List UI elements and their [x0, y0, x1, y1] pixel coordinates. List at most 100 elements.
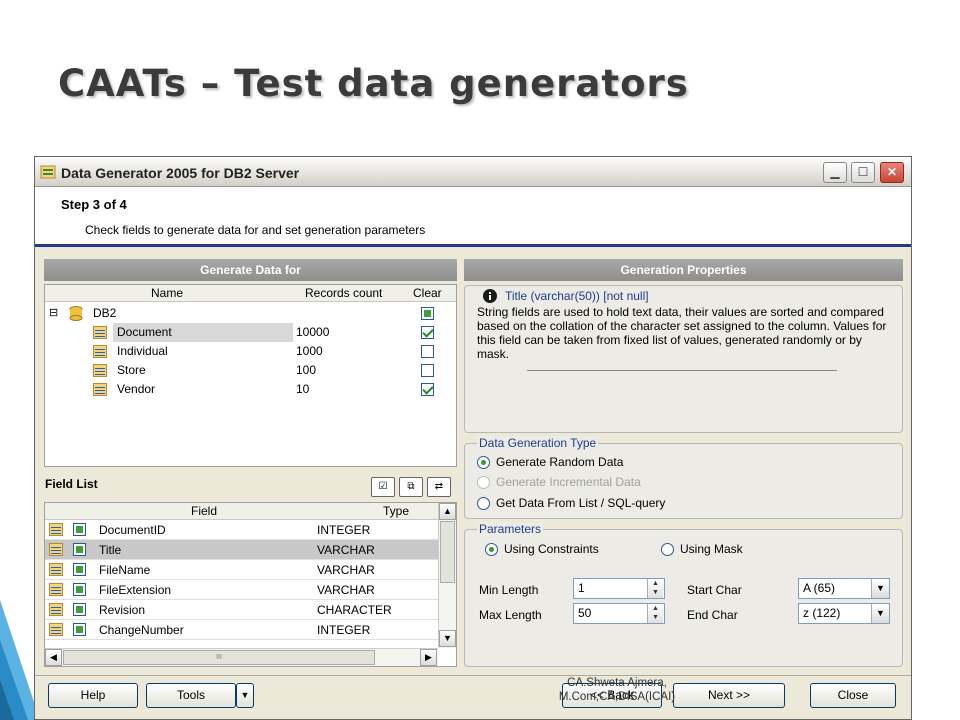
records-count[interactable]: 10: [296, 380, 309, 399]
field-grid-header: Field Type: [45, 503, 438, 520]
window-title: Data Generator 2005 for DB2 Server: [61, 165, 300, 181]
field-checkbox[interactable]: [73, 563, 86, 576]
table-name: Vendor: [117, 382, 156, 396]
wizard-header: Step 3 of 4 Check fields to generate dat…: [35, 187, 911, 247]
radio-list-sql[interactable]: [477, 497, 490, 510]
hscroll-thumb[interactable]: III: [63, 650, 375, 665]
scroll-left-icon[interactable]: ◀: [45, 649, 62, 666]
radio-using-mask[interactable]: [661, 543, 674, 556]
radio-label[interactable]: Using Constraints: [504, 542, 599, 556]
table-icon: [93, 345, 107, 358]
table-row[interactable]: Title VARCHAR: [45, 540, 438, 560]
table-row[interactable]: DocumentID INTEGER: [45, 520, 438, 540]
end-char-select[interactable]: z (122) ▼: [798, 603, 890, 624]
field-checkbox[interactable]: [73, 603, 86, 616]
info-icon: [483, 289, 497, 303]
table-name: Document: [113, 323, 293, 342]
table-icon: [93, 326, 107, 339]
vertical-scrollbar[interactable]: ▲ ▼: [438, 503, 456, 648]
field-list-label: Field List: [45, 477, 98, 491]
clear-checkbox[interactable]: [421, 383, 434, 396]
tree-column-header: Name Records count Clear: [45, 285, 456, 302]
end-char-label: End Char: [687, 608, 738, 622]
clear-checkbox[interactable]: [421, 364, 434, 377]
scroll-up-icon[interactable]: ▲: [439, 503, 456, 520]
field-icon: [49, 583, 63, 596]
min-length-value: 1: [578, 581, 585, 595]
clear-checkbox[interactable]: [421, 345, 434, 358]
tree-item-document[interactable]: Document 10000: [45, 323, 456, 342]
close-icon[interactable]: ✕: [880, 162, 904, 183]
field-name: DocumentID: [99, 523, 166, 537]
tools-button[interactable]: Tools: [146, 683, 236, 708]
radio-incremental[interactable]: [477, 476, 490, 489]
col-field[interactable]: Field: [191, 503, 217, 519]
scroll-down-icon[interactable]: ▼: [439, 630, 456, 647]
start-char-label: Start Char: [687, 583, 742, 597]
tree-item-store[interactable]: Store 100: [45, 361, 456, 380]
tree-item-vendor[interactable]: Vendor 10: [45, 380, 456, 399]
chevron-down-icon[interactable]: ▼: [871, 604, 889, 623]
maximize-icon[interactable]: ☐: [851, 162, 875, 183]
window-titlebar[interactable]: Data Generator 2005 for DB2 Server ▁ ☐ ✕: [35, 157, 911, 187]
scroll-thumb[interactable]: [440, 521, 455, 583]
col-name[interactable]: Name: [151, 285, 183, 301]
table-row[interactable]: Revision CHARACTER: [45, 600, 438, 620]
min-length-field[interactable]: 1 ▲ ▼: [573, 578, 665, 599]
parameters-group: Parameters Using Constraints Using Mask …: [464, 522, 903, 667]
records-count[interactable]: 10000: [296, 323, 329, 342]
uncheck-all-icon[interactable]: ⧉: [399, 477, 423, 497]
radio-label[interactable]: Generate Incremental Data: [496, 475, 641, 489]
collapse-icon[interactable]: ⊟: [49, 304, 58, 323]
step-description: Check fields to generate data for and se…: [85, 223, 426, 237]
radio-label[interactable]: Get Data From List / SQL-query: [496, 496, 665, 510]
db-checkbox[interactable]: [421, 307, 434, 320]
app-window: Data Generator 2005 for DB2 Server ▁ ☐ ✕…: [34, 156, 912, 720]
table-row[interactable]: ChangeNumber INTEGER: [45, 620, 438, 640]
min-length-label: Min Length: [479, 583, 539, 597]
generation-properties-header: Generation Properties: [464, 259, 903, 281]
chevron-down-icon[interactable]: ▼: [871, 579, 889, 598]
records-count[interactable]: 100: [296, 361, 316, 380]
radio-using-constraints[interactable]: [485, 543, 498, 556]
divider: [527, 370, 837, 371]
scroll-right-icon[interactable]: ▶: [420, 649, 437, 666]
generate-data-for-header: Generate Data for: [44, 259, 457, 281]
tree-root-db2[interactable]: ⊟ DB2: [45, 304, 456, 323]
start-char-select[interactable]: A (65) ▼: [798, 578, 890, 599]
table-row[interactable]: FileExtension VARCHAR: [45, 580, 438, 600]
minimize-icon[interactable]: ▁: [823, 162, 847, 183]
tree-item-individual[interactable]: Individual 1000: [45, 342, 456, 361]
clear-checkbox[interactable]: [421, 326, 434, 339]
col-records-count[interactable]: Records count: [305, 285, 382, 301]
col-type[interactable]: Type: [383, 503, 409, 519]
radio-label[interactable]: Using Mask: [680, 542, 743, 556]
start-char-value: A (65): [803, 581, 836, 595]
invert-selection-icon[interactable]: ⇄: [427, 477, 451, 497]
field-checkbox[interactable]: [73, 523, 86, 536]
records-count[interactable]: 1000: [296, 342, 323, 361]
check-all-icon[interactable]: ☑: [371, 477, 395, 497]
spin-icon[interactable]: ▲ ▼: [647, 579, 663, 598]
horizontal-scrollbar[interactable]: ◀ III ▶: [45, 648, 438, 666]
table-row[interactable]: FileName VARCHAR: [45, 560, 438, 580]
col-clear[interactable]: Clear: [413, 285, 442, 301]
radio-label[interactable]: Generate Random Data: [496, 455, 623, 469]
slide-footer: CA.Shweta Ajmera, M.Com,CA,DISA(ICAI): [558, 677, 676, 703]
field-grid: Field Type DocumentID INTEGER Title VARCHAR…: [44, 502, 457, 667]
close-button[interactable]: Close: [810, 683, 896, 708]
field-type: CHARACTER: [317, 603, 392, 617]
tools-dropdown-icon[interactable]: ▼: [236, 683, 254, 708]
step-label: Step 3 of 4: [61, 197, 127, 212]
field-checkbox[interactable]: [73, 583, 86, 596]
field-type: INTEGER: [317, 623, 371, 637]
field-checkbox[interactable]: [73, 543, 86, 556]
spin-icon[interactable]: ▲ ▼: [647, 604, 663, 623]
radio-random[interactable]: [477, 456, 490, 469]
field-name: Title: [99, 543, 122, 557]
table-name: Individual: [117, 344, 168, 358]
help-button[interactable]: Help: [48, 683, 138, 708]
field-checkbox[interactable]: [73, 623, 86, 636]
key-field-icon: [49, 523, 63, 536]
max-length-field[interactable]: 50 ▲ ▼: [573, 603, 665, 624]
